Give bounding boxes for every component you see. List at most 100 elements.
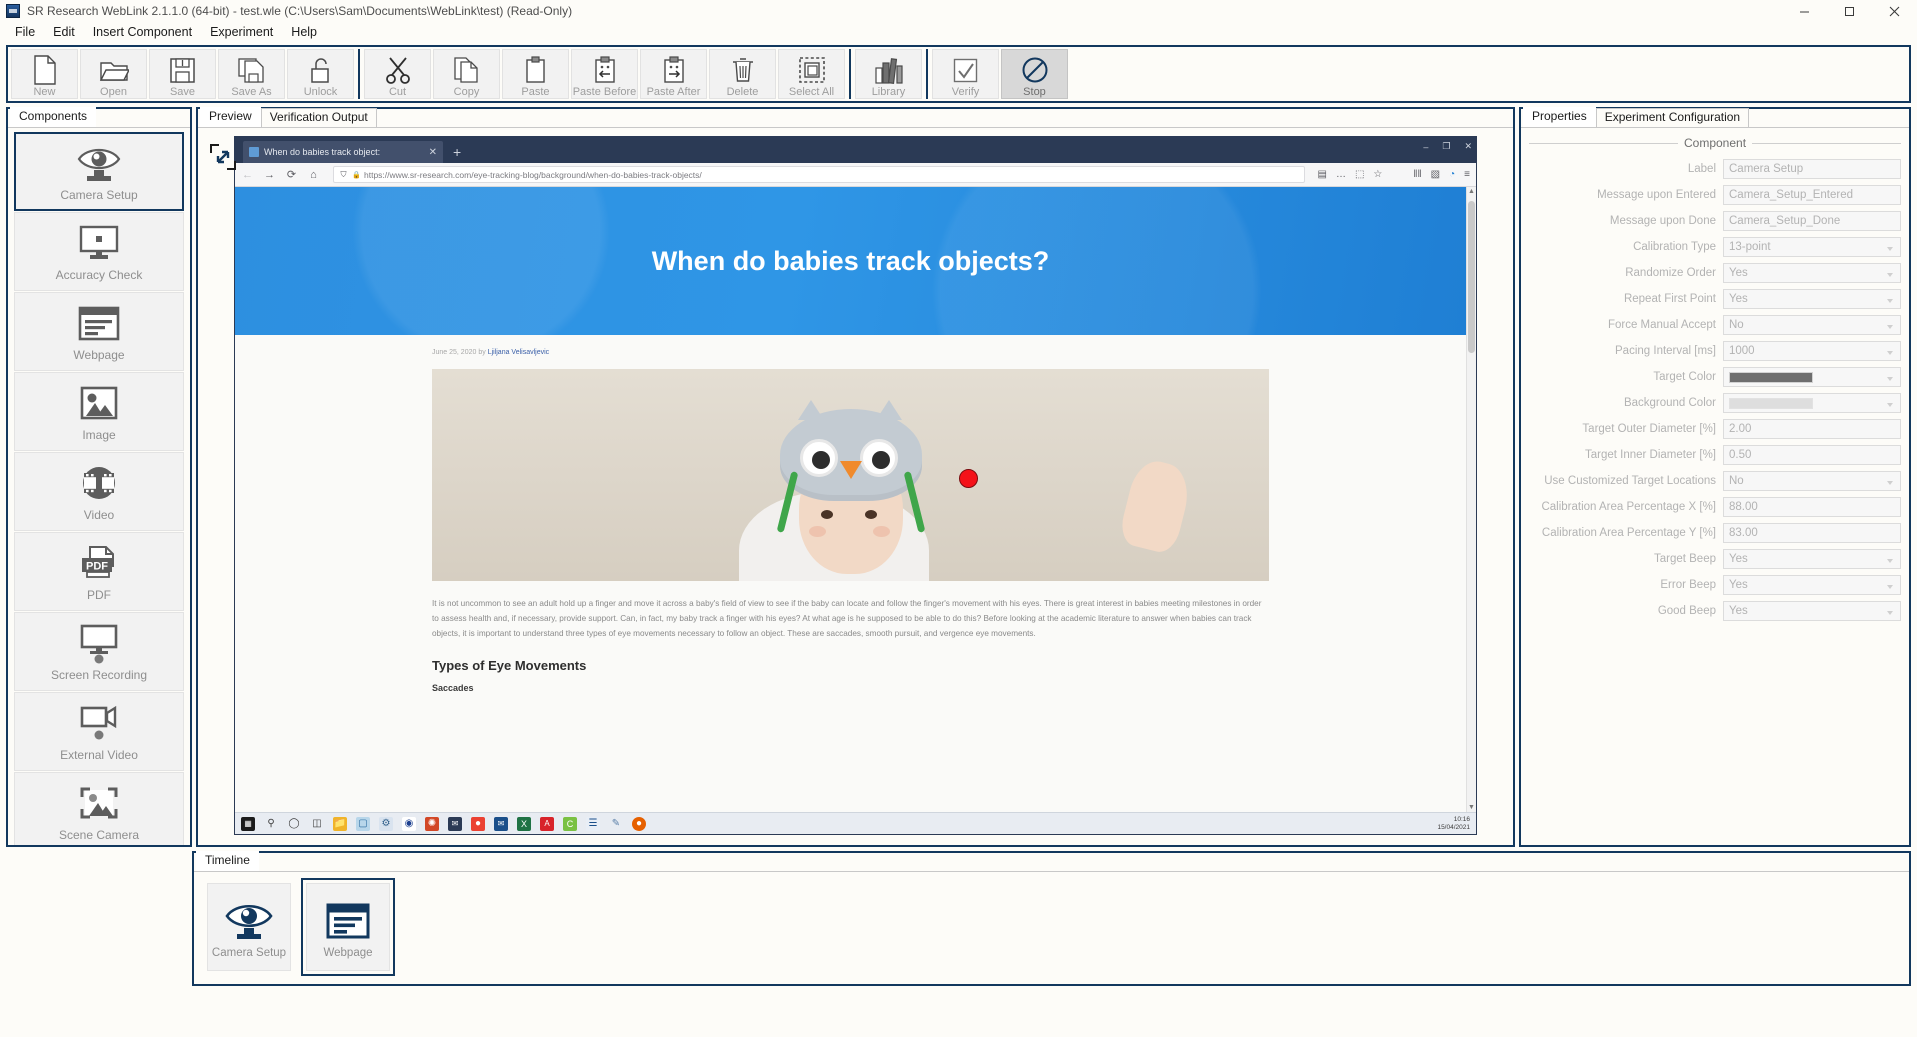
calc-icon[interactable]: C (563, 816, 577, 831)
eye-app-icon[interactable]: ◉ (402, 816, 416, 831)
cortana-icon[interactable]: ◯ (287, 817, 301, 831)
component-scene-camera[interactable]: Scene Camera (14, 772, 184, 845)
maximize-button[interactable] (1827, 0, 1872, 22)
property-value-target-outer-diameter[interactable]: 2.00 (1723, 419, 1901, 439)
library-button[interactable]: Library (855, 49, 922, 99)
firefox-icon[interactable]: ● (632, 816, 646, 831)
open-button[interactable]: Open (80, 49, 147, 99)
browser-minimize-button[interactable]: – (1423, 142, 1428, 152)
menu-insert-component[interactable]: Insert Component (84, 23, 201, 41)
property-value-good-beep[interactable]: Yes (1723, 601, 1901, 621)
excel-icon[interactable]: X (517, 816, 531, 831)
close-button[interactable] (1872, 0, 1917, 22)
property-value-randomize-order[interactable]: Yes (1723, 263, 1901, 283)
tab-timeline[interactable]: Timeline (196, 851, 259, 871)
verify-button[interactable]: Verify (932, 49, 999, 99)
page-scrollbar[interactable]: ▲ ▼ (1466, 187, 1476, 812)
paint-icon[interactable]: ✎ (609, 816, 623, 831)
property-value-pacing-interval[interactable]: 1000 (1723, 341, 1901, 361)
delete-button[interactable]: Delete (709, 49, 776, 99)
property-value-force-manual-accept[interactable]: No (1723, 315, 1901, 335)
tab-properties[interactable]: Properties (1523, 107, 1596, 127)
page-actions-icon[interactable]: … (1336, 169, 1346, 180)
paste-button[interactable]: Paste (502, 49, 569, 99)
property-value-calibration-type[interactable]: 13-point (1723, 237, 1901, 257)
save-button[interactable]: Save (149, 49, 216, 99)
property-value-background-color[interactable] (1723, 393, 1901, 413)
timeline-item-camera-setup[interactable]: Camera Setup (207, 883, 291, 971)
timeline-slot-webpage[interactable]: Webpage (301, 878, 395, 976)
copy-button[interactable]: Copy (433, 49, 500, 99)
property-value-message-entered[interactable]: Camera_Setup_Entered (1723, 185, 1901, 205)
file-explorer-icon[interactable]: 📁 (333, 816, 347, 831)
property-value-repeat-first-point[interactable]: Yes (1723, 289, 1901, 309)
powerpoint-icon[interactable]: ✺ (425, 816, 439, 831)
stop-button[interactable]: Stop (1001, 49, 1068, 99)
chrome-icon[interactable]: ● (471, 816, 485, 831)
tab-components[interactable]: Components (10, 107, 97, 127)
property-value-use-customized-target-locations[interactable]: No (1723, 471, 1901, 491)
property-value-calibration-area-x[interactable]: 88.00 (1723, 497, 1901, 517)
notepad-icon[interactable]: ☰ (586, 816, 600, 831)
minimize-button[interactable] (1782, 0, 1827, 22)
browser-tab[interactable]: When do babies track object: ✕ (243, 141, 443, 163)
new-button[interactable]: New (11, 49, 78, 99)
shield-icon[interactable]: ⛉ (339, 170, 348, 180)
component-image[interactable]: Image (14, 372, 184, 451)
save-as-button[interactable]: Save As (218, 49, 285, 99)
pocket-icon[interactable]: ⬚ (1355, 169, 1364, 180)
tab-preview[interactable]: Preview (200, 107, 261, 127)
bookmark-star-icon[interactable]: ☆ (1373, 169, 1382, 180)
timeline-track[interactable]: Camera Setup Webpage (194, 872, 1909, 984)
start-icon[interactable]: ▦ (241, 816, 255, 831)
sidebar-icon[interactable]: ▧ (1431, 169, 1440, 180)
tab-close-icon[interactable]: ✕ (429, 147, 437, 158)
new-tab-button[interactable]: + (453, 144, 461, 160)
cut-button[interactable]: Cut (364, 49, 431, 99)
account-icon[interactable]: ◔ (1449, 169, 1455, 180)
component-external-video[interactable]: External Video (14, 692, 184, 771)
outlook-icon[interactable]: ✉ (494, 816, 508, 831)
browser-close-button[interactable]: ✕ (1464, 141, 1472, 152)
search-icon[interactable]: ⚲ (264, 817, 278, 831)
tab-verification-output[interactable]: Verification Output (260, 108, 377, 127)
reader-mode-icon[interactable]: ▤ (1318, 169, 1327, 180)
menu-edit[interactable]: Edit (44, 23, 84, 41)
property-value-message-done[interactable]: Camera_Setup_Done (1723, 211, 1901, 231)
timeline-slot-camera-setup[interactable]: Camera Setup (202, 878, 296, 976)
component-accuracy-check[interactable]: Accuracy Check (14, 212, 184, 291)
paste-after-button[interactable]: Paste After (640, 49, 707, 99)
property-value-calibration-area-y[interactable]: 83.00 (1723, 523, 1901, 543)
property-value-target-inner-diameter[interactable]: 0.50 (1723, 445, 1901, 465)
scroll-down-arrow[interactable]: ▼ (1467, 804, 1476, 811)
tab-experiment-configuration[interactable]: Experiment Configuration (1595, 108, 1750, 127)
library-icon[interactable]: ‖‖ (1413, 169, 1421, 180)
components-list[interactable]: Camera Setup Accuracy Check Webpage Imag… (8, 128, 190, 845)
component-screen-recording[interactable]: Screen Recording (14, 612, 184, 691)
home-icon[interactable]: ⌂ (307, 169, 320, 181)
property-value-error-beep[interactable]: Yes (1723, 575, 1901, 595)
byline-author[interactable]: Ljiljana Velisavljevic (488, 349, 549, 356)
property-value-target-beep[interactable]: Yes (1723, 549, 1901, 569)
select-all-button[interactable]: Select All (778, 49, 845, 99)
timeline-item-webpage[interactable]: Webpage (306, 883, 390, 971)
property-value-target-color[interactable] (1723, 367, 1901, 387)
browser-menu-icon[interactable]: ≡ (1464, 169, 1470, 180)
mail-icon[interactable]: ✉ (448, 816, 462, 831)
property-value-label[interactable]: Camera Setup (1723, 159, 1901, 179)
scroll-up-arrow[interactable]: ▲ (1467, 188, 1476, 195)
forward-icon[interactable]: → (263, 169, 276, 181)
unlock-button[interactable]: Unlock (287, 49, 354, 99)
acrobat-icon[interactable]: A (540, 816, 554, 831)
url-bar[interactable]: ⛉ 🔒 https://www.sr-research.com/eye-trac… (333, 166, 1305, 183)
browser-maximize-button[interactable]: ❐ (1442, 141, 1450, 152)
component-video[interactable]: Video (14, 452, 184, 531)
task-view-icon[interactable]: ◫ (310, 817, 324, 831)
photos-icon[interactable]: ▢ (356, 816, 370, 831)
resize-handle[interactable] (210, 144, 236, 170)
taskbar-clock[interactable]: 10:16 15/04/2021 (1437, 813, 1470, 834)
menu-experiment[interactable]: Experiment (201, 23, 282, 41)
component-webpage[interactable]: Webpage (14, 292, 184, 371)
component-pdf[interactable]: PDF PDF (14, 532, 184, 611)
component-camera-setup[interactable]: Camera Setup (14, 132, 184, 211)
